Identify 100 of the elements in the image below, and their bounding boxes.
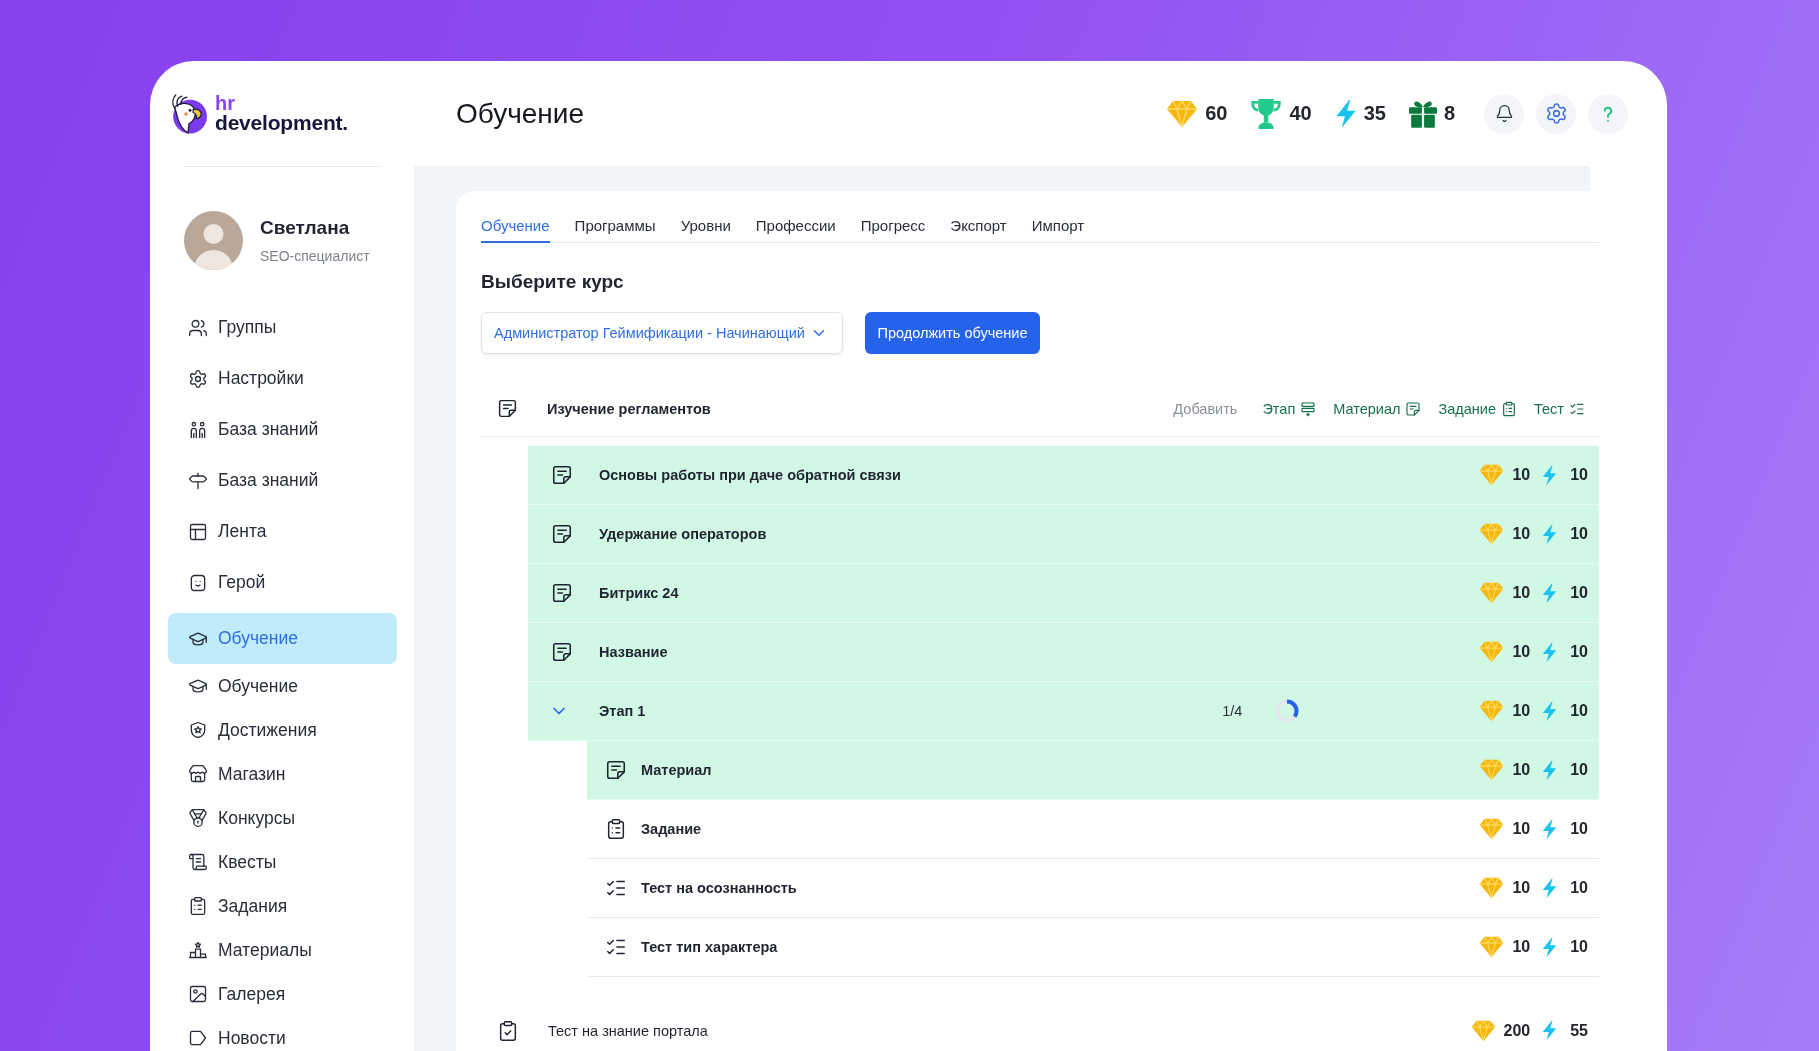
gem-icon: [1479, 641, 1505, 663]
gems-count: 10: [1512, 643, 1531, 661]
gem-icon: [1479, 700, 1505, 722]
user-name: Светлана: [260, 217, 351, 239]
test-row[interactable]: Тест на знание портала 200 55: [481, 1001, 1599, 1051]
course-item-row[interactable]: Битрикс 24 10 10: [528, 564, 1599, 623]
nav-item[interactable]: База знаний: [168, 404, 397, 455]
nav-item[interactable]: Материалы: [168, 928, 397, 972]
gems-count: 10: [1512, 525, 1531, 543]
tab[interactable]: Импорт: [1031, 217, 1085, 243]
stacked-bars-icon: [1300, 400, 1317, 417]
gem-icon: [1479, 936, 1505, 958]
add-test-button[interactable]: Тест: [1534, 400, 1585, 417]
lightning-icon: [1541, 877, 1559, 899]
gem-icon: [1479, 523, 1505, 545]
lightning-icon: [1541, 1020, 1559, 1041]
energy-count: 10: [1570, 466, 1588, 484]
note-icon: [551, 523, 573, 545]
nav-item[interactable]: Обучение: [168, 613, 397, 664]
nav-item[interactable]: Достижения: [168, 708, 397, 752]
course-select[interactable]: Администратор Геймификации - Начинающий: [481, 312, 843, 354]
nav-item[interactable]: Настройки: [168, 353, 397, 404]
nav-item[interactable]: База знаний: [168, 455, 397, 506]
energy-count: 10: [1570, 879, 1588, 897]
smiling-face-icon: [188, 572, 208, 593]
course-item-row[interactable]: Этап 1 1/4 10 10: [528, 682, 1599, 741]
note-icon: [497, 398, 518, 419]
gear-icon: [188, 368, 208, 389]
course-item-row[interactable]: Название 10 10: [528, 623, 1599, 682]
tab[interactable]: Уровни: [680, 217, 731, 243]
course-item-row[interactable]: Удержание операторов 10 10: [528, 505, 1599, 564]
nav-item[interactable]: Герой: [168, 557, 397, 608]
gear-icon: [1544, 102, 1568, 125]
trophy-icon: [1250, 97, 1283, 130]
course-item-row[interactable]: Основы работы при даче обратной связи 10 10: [528, 446, 1599, 505]
energy-count: 55: [1570, 1021, 1588, 1040]
gems-count: 200: [1503, 1021, 1531, 1040]
nav-item[interactable]: Квесты: [168, 840, 397, 884]
nav-item[interactable]: Новости: [168, 1016, 397, 1051]
nav-item[interactable]: Задания: [168, 884, 397, 928]
clipboard-list-icon: [188, 896, 208, 916]
medal-icon: [188, 808, 208, 828]
nav-item[interactable]: Конкурсы: [168, 796, 397, 840]
tab[interactable]: Профессии: [755, 217, 836, 243]
signpost-icon: [188, 470, 208, 491]
window-layout-icon: [188, 521, 208, 542]
section-heading: Выберите курс: [481, 271, 625, 293]
podium-icon: [188, 940, 208, 960]
gems-count: 10: [1512, 761, 1531, 779]
item-title: Тест тип характера: [641, 939, 779, 955]
nav-item[interactable]: Обучение: [168, 664, 397, 708]
trophies-count: 40: [1289, 102, 1312, 125]
lightning-icon: [1541, 641, 1559, 663]
note-icon: [605, 759, 627, 781]
settings-button[interactable]: [1536, 93, 1576, 134]
gems-count: 10: [1512, 466, 1531, 484]
add-material-button[interactable]: Материал: [1333, 400, 1422, 417]
item-title: Битрикс 24: [599, 585, 680, 601]
note-icon: [551, 582, 573, 604]
nav-item[interactable]: Группы: [168, 302, 397, 353]
scroll-icon: [188, 852, 208, 872]
lightning-icon: [1541, 818, 1559, 840]
energy-count: 10: [1570, 820, 1588, 838]
user-role: SEO-специалист: [260, 248, 370, 264]
item-title: Название: [599, 644, 669, 660]
nav-item[interactable]: Галерея: [168, 972, 397, 1016]
users-icon: [188, 317, 208, 338]
tab[interactable]: Обучение: [481, 217, 550, 243]
add-label: Добавить: [1173, 400, 1238, 417]
logo-text: hr: [215, 93, 236, 112]
nav-item[interactable]: Лента: [168, 506, 397, 557]
energy-count: 10: [1570, 761, 1588, 779]
energy-count: 10: [1570, 525, 1588, 543]
gem-icon: [1479, 877, 1505, 899]
add-stage-button[interactable]: Этап: [1262, 400, 1317, 417]
tab[interactable]: Программы: [574, 217, 656, 243]
nav-item[interactable]: Магазин: [168, 752, 397, 796]
add-task-button[interactable]: Задание: [1438, 400, 1517, 417]
item-title: Удержание операторов: [599, 526, 768, 542]
section-title: Изучение регламентов: [547, 400, 711, 417]
course-item-row[interactable]: Материал 10 10: [587, 741, 1599, 800]
two-people-icon: [188, 419, 208, 440]
energy-count: 10: [1570, 584, 1588, 602]
gifts-count: 8: [1443, 102, 1455, 125]
gem-icon: [1479, 759, 1505, 781]
energy-count: 10: [1570, 643, 1588, 661]
continue-button[interactable]: Продолжить обучение: [865, 312, 1040, 354]
gift-icon: [1408, 99, 1437, 128]
item-title: Тест на осознанность: [641, 880, 798, 896]
lightning-icon: [1541, 464, 1559, 486]
tab[interactable]: Экспорт: [950, 217, 1007, 243]
lightning-icon: [1541, 936, 1559, 958]
item-title: Основы работы при даче обратной связи: [599, 467, 902, 483]
clipboard-list-icon: [605, 818, 627, 840]
item-title: Этап 1: [599, 703, 647, 719]
notifications-button[interactable]: [1484, 93, 1524, 134]
tag-icon: [188, 1028, 208, 1048]
tab[interactable]: Прогресс: [860, 217, 926, 243]
lightning-icon: [1541, 759, 1559, 781]
gems-count: 10: [1512, 584, 1531, 602]
